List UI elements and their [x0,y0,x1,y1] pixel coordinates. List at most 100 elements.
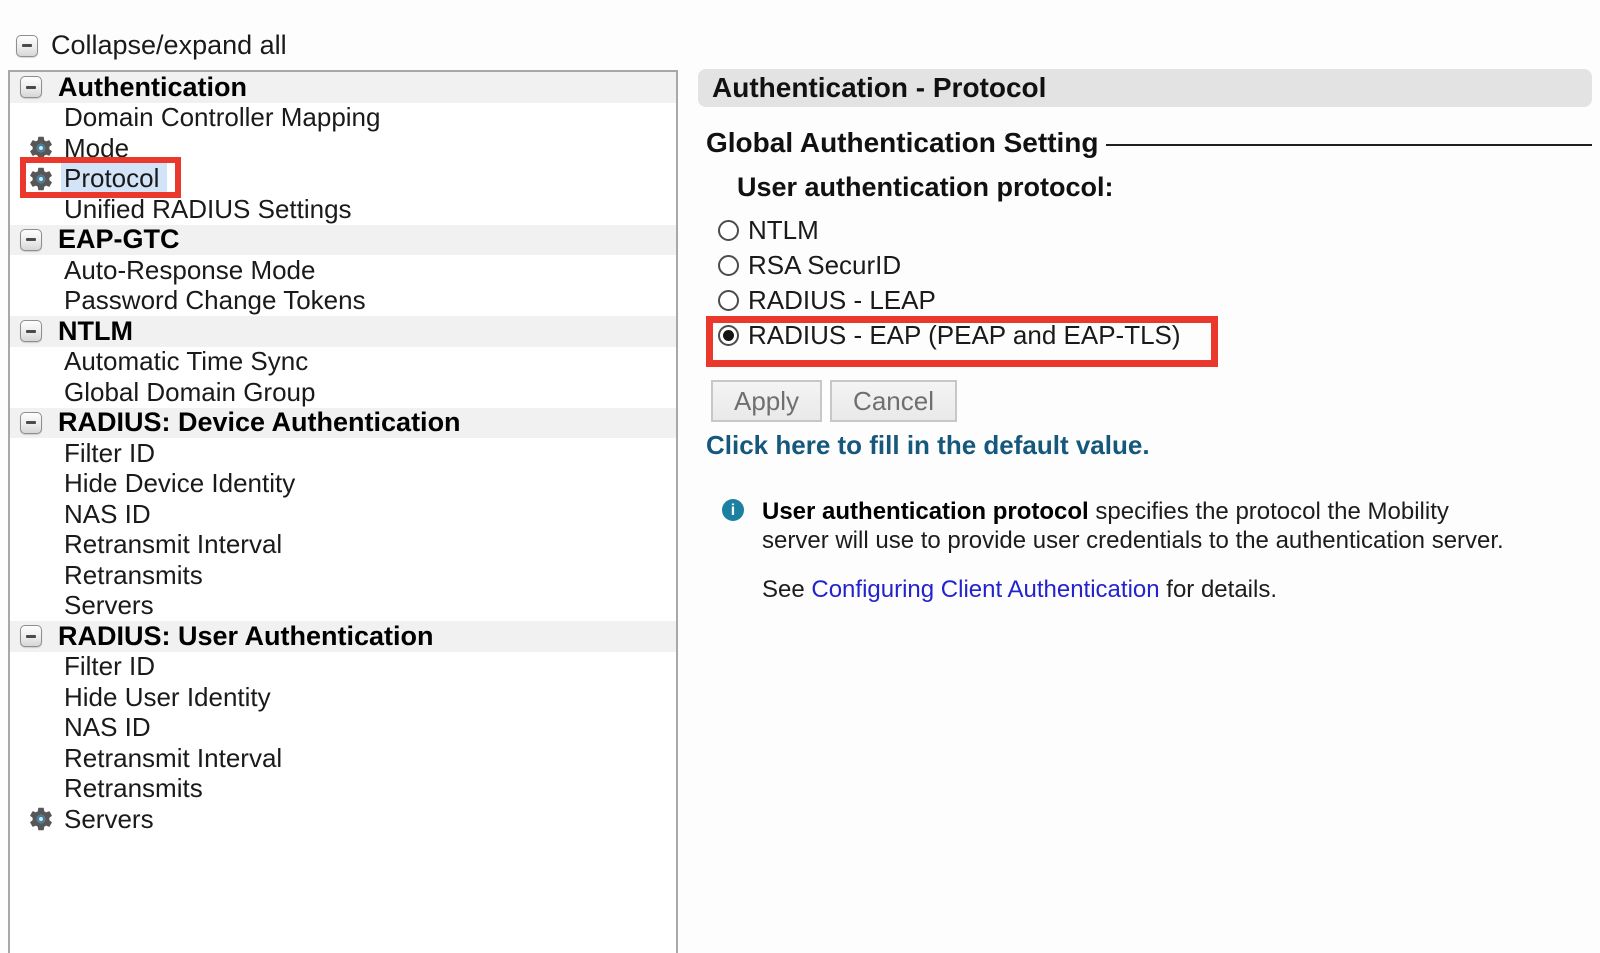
section-header-radius-device-authentication[interactable]: RADIUS: Device Authentication [10,408,676,439]
sidebar-item-label: Protocol [61,162,167,196]
sidebar-item-label: NAS ID [64,712,151,743]
configuring-client-authentication-link[interactable]: Configuring Client Authentication [811,576,1159,603]
minus-glyph [26,238,36,241]
minus-glyph [26,635,36,638]
radio-option-radius-leap[interactable]: RADIUS - LEAP [718,283,1181,318]
sidebar-item-mode[interactable]: Mode [10,133,676,164]
collapse-toggle-icon[interactable] [20,229,42,251]
sidebar-item-label: Global Domain Group [64,377,315,408]
collapse-toggle-icon[interactable] [20,76,42,98]
section-title[interactable]: NTLM [58,316,133,347]
sidebar-item-auto-response-mode[interactable]: Auto-Response Mode [10,255,676,286]
page-title: Authentication - Protocol [698,69,1592,107]
collapse-toggle-icon[interactable] [20,412,42,434]
fill-default-link[interactable]: Click here to fill in the default value. [706,430,1150,461]
minus-toggle-icon[interactable] [16,35,38,57]
radio-option-label: RADIUS - EAP (PEAP and EAP-TLS) [748,320,1181,351]
sidebar-item-label: Retransmit Interval [64,743,282,774]
sidebar-item-label: NAS ID [64,499,151,530]
info-line-1-rest: specifies the protocol the Mobility [1089,498,1449,525]
sidebar-item-automatic-time-sync[interactable]: Automatic Time Sync [10,347,676,378]
sidebar-item-unified-radius-settings[interactable]: Unified RADIUS Settings [10,194,676,225]
sidebar-item-nas-id[interactable]: NAS ID [10,499,676,530]
sidebar-item-password-change-tokens[interactable]: Password Change Tokens [10,286,676,317]
sidebar-item-retransmit-interval[interactable]: Retransmit Interval [10,743,676,774]
section-header-eap-gtc[interactable]: EAP-GTC [10,225,676,256]
mobility-console-page: Collapse/expand all AuthenticationDomain… [0,0,1600,953]
radio-button-icon[interactable] [718,290,739,311]
minus-glyph [22,44,32,47]
sidebar-item-label: Retransmits [64,773,203,804]
radio-option-label: NTLM [748,215,819,246]
group-heading-rule [1106,144,1592,159]
sidebar-item-servers[interactable]: Servers [10,804,676,835]
sidebar-item-label: Mode [64,133,129,164]
gear-icon [27,134,55,162]
sidebar-item-label: Retransmits [64,560,203,591]
section-title[interactable]: RADIUS: User Authentication [58,621,434,652]
minus-glyph [26,86,36,89]
radio-group: NTLM RSA SecurID RADIUS - LEAP RADIUS - EAP… [718,213,1181,353]
sidebar-tree: AuthenticationDomain Controller MappingM… [8,70,678,953]
sidebar-item-label: Domain Controller Mapping [64,102,380,133]
field-label: User authentication protocol: [737,172,1114,203]
sidebar-item-label: Servers [64,590,154,621]
collapse-expand-all[interactable]: Collapse/expand all [16,30,287,61]
sidebar-item-label: Filter ID [64,651,155,682]
collapse-toggle-icon[interactable] [20,625,42,647]
cancel-button[interactable]: Cancel [830,380,957,422]
sidebar-item-label: Filter ID [64,438,155,469]
info-icon: i [722,499,744,521]
sidebar-item-filter-id[interactable]: Filter ID [10,438,676,469]
sidebar-item-servers[interactable]: Servers [10,591,676,622]
radio-button-icon[interactable] [718,220,739,241]
info-note: i User authentication protocol specifies… [722,497,1582,555]
sidebar-item-domain-controller-mapping[interactable]: Domain Controller Mapping [10,103,676,134]
info-term: User authentication protocol [762,498,1089,525]
collapse-toggle-icon[interactable] [20,320,42,342]
radio-option-ntlm[interactable]: NTLM [718,213,1181,248]
see-details-line: See Configuring Client Authentication fo… [762,576,1277,604]
gear-icon [27,805,55,833]
sidebar-item-hide-user-identity[interactable]: Hide User Identity [10,682,676,713]
sidebar-item-protocol[interactable]: Protocol [10,164,676,195]
info-line-2: server will use to provide user credenti… [762,526,1582,555]
collapse-expand-all-label[interactable]: Collapse/expand all [51,30,287,61]
section-header-authentication[interactable]: Authentication [10,72,676,103]
sidebar-item-label: Unified RADIUS Settings [64,194,352,225]
section-header-radius-user-authentication[interactable]: RADIUS: User Authentication [10,621,676,652]
radio-button-icon[interactable] [718,255,739,276]
see-suffix: for details. [1160,576,1277,603]
info-line-1: User authentication protocol specifies t… [762,497,1582,526]
section-header-ntlm[interactable]: NTLM [10,316,676,347]
sidebar-item-label: Auto-Response Mode [64,255,315,286]
radio-option-label: RSA SecurID [748,250,901,281]
sidebar-item-global-domain-group[interactable]: Global Domain Group [10,377,676,408]
sidebar-item-label: Hide Device Identity [64,468,295,499]
see-prefix: See [762,576,811,603]
radio-button-icon[interactable] [718,325,739,346]
section-title[interactable]: Authentication [58,72,247,103]
minus-glyph [26,330,36,333]
radio-option-rsa-securid[interactable]: RSA SecurID [718,248,1181,283]
sidebar-item-retransmits[interactable]: Retransmits [10,560,676,591]
apply-button[interactable]: Apply [711,380,822,422]
section-title[interactable]: EAP-GTC [58,224,180,255]
gear-icon [27,165,55,193]
sidebar-item-label: Hide User Identity [64,682,271,713]
radio-option-label: RADIUS - LEAP [748,285,936,316]
sidebar-item-retransmit-interval[interactable]: Retransmit Interval [10,530,676,561]
radio-option-radius-eap-peap-and-eap-tls[interactable]: RADIUS - EAP (PEAP and EAP-TLS) [718,318,1181,353]
sidebar-item-label: Password Change Tokens [64,285,366,316]
sidebar-item-label: Automatic Time Sync [64,346,308,377]
minus-glyph [26,421,36,424]
group-heading-label: Global Authentication Setting [706,127,1099,159]
sidebar-item-filter-id[interactable]: Filter ID [10,652,676,683]
sidebar-item-nas-id[interactable]: NAS ID [10,713,676,744]
sidebar-item-hide-device-identity[interactable]: Hide Device Identity [10,469,676,500]
section-title[interactable]: RADIUS: Device Authentication [58,407,461,438]
group-heading: Global Authentication Setting [706,127,1592,159]
sidebar-item-label: Servers [64,804,154,835]
sidebar-item-retransmits[interactable]: Retransmits [10,774,676,805]
info-text: User authentication protocol specifies t… [722,497,1582,555]
